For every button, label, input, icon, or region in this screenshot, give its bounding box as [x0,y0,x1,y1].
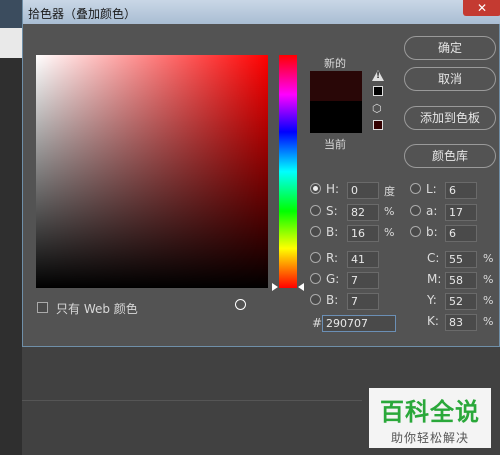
web-safe-cube-icon[interactable]: ⬡ [372,103,383,114]
m-label: M: [427,272,442,286]
k-input[interactable]: 83 [445,314,477,331]
web-safe-swatch[interactable] [373,120,383,130]
lab-b-label: b: [426,225,438,239]
web-only-checkbox[interactable] [37,302,48,313]
hex-input[interactable]: 290707 [322,315,396,332]
radio-g[interactable] [310,273,321,284]
m-input[interactable]: 58 [445,272,477,289]
c-input[interactable]: 55 [445,251,477,268]
h-label: H: [326,182,340,196]
y-unit: % [483,294,494,307]
k-label: K: [427,314,439,328]
radio-h[interactable] [310,183,321,194]
hex-label: # [312,316,323,330]
radio-a[interactable] [410,205,421,216]
a-label: a: [426,204,438,218]
hue-slider[interactable] [279,55,297,288]
close-icon: ✕ [476,1,488,15]
title-bar[interactable]: 拾色器（叠加颜色） ✕ [23,0,500,24]
l-input[interactable]: 6 [445,182,477,199]
new-color-label: 新的 [324,57,346,70]
m-unit: % [483,273,494,286]
l-label: L: [426,182,437,196]
background-divider [22,400,362,401]
lab-b-input[interactable]: 6 [445,225,477,242]
c-unit: % [483,252,494,265]
color-libraries-button[interactable]: 颜色库 [404,144,496,168]
radio-s[interactable] [310,205,321,216]
background-strip [0,28,22,58]
c-label: C: [427,251,440,265]
dialog-title: 拾色器（叠加颜色） [28,7,137,21]
h-input[interactable]: 0 [347,182,379,199]
radio-l[interactable] [410,183,421,194]
radio-blue[interactable] [310,294,321,305]
ok-button[interactable]: 确定 [404,36,496,60]
radio-b[interactable] [310,226,321,237]
s-label: S: [326,204,338,218]
cancel-button[interactable]: 取消 [404,67,496,91]
watermark-subtitle: 助你轻松解决 [390,431,469,445]
blue-label: B: [326,293,339,307]
k-unit: % [483,315,494,328]
y-input[interactable]: 52 [445,293,477,310]
watermark-logo: 百科全说 助你轻松解决 [369,388,491,448]
g-input[interactable]: 7 [347,272,379,289]
current-color-swatch[interactable] [310,101,362,133]
r-input[interactable]: 41 [347,251,379,268]
close-button[interactable]: ✕ [463,0,500,16]
watermark-title: 百科全说 [380,398,480,426]
color-field-marker[interactable] [235,299,246,310]
radio-lab-b[interactable] [410,226,421,237]
b-input[interactable]: 16 [347,225,379,242]
new-color-swatch [310,71,362,101]
r-label: R: [326,251,339,265]
b-unit: % [384,226,395,239]
add-to-swatches-button[interactable]: 添加到色板 [404,106,496,130]
color-field[interactable] [36,55,268,310]
color-picker-dialog: 拾色器（叠加颜色） ✕ 新的 当前 ⬡ 确定 取消 添加到色板 颜色库 H: 0… [22,0,500,347]
radio-r[interactable] [310,252,321,263]
current-color-label: 当前 [324,138,346,151]
a-input[interactable]: 17 [445,204,477,221]
gamut-warning-swatch[interactable] [373,86,383,96]
blue-input[interactable]: 7 [347,293,379,310]
b-label: B: [326,225,339,239]
hue-slider-handle-right[interactable] [298,283,304,291]
g-label: G: [326,272,340,286]
h-unit: 度 [384,185,395,198]
background-panel [0,28,22,455]
s-input[interactable]: 82 [347,204,379,221]
s-unit: % [384,205,395,218]
web-only-label: 只有 Web 颜色 [56,302,138,316]
y-label: Y: [427,293,437,307]
gamut-warning-icon[interactable] [372,70,384,81]
hue-slider-handle-left[interactable] [272,283,278,291]
